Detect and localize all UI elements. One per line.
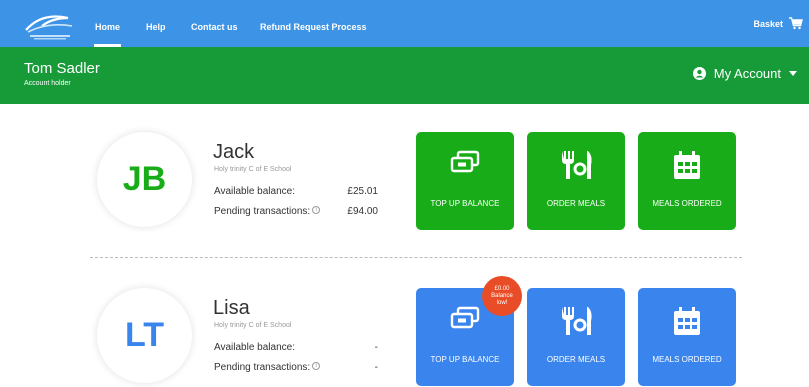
low-balance-badge: £0.00 Balance low!	[482, 276, 522, 316]
cutlery-icon	[562, 307, 592, 335]
badge-line1: Balance	[491, 292, 513, 299]
chevron-down-icon	[789, 71, 797, 76]
pending-transactions-label: Pending transactions:	[214, 206, 311, 217]
tile-label: MEALS ORDERED	[652, 355, 722, 364]
available-balance-value: -	[374, 342, 378, 353]
meals-ordered-button[interactable]: MEALS ORDERED	[638, 132, 736, 230]
pending-transactions-row: Pending transactions: i	[214, 206, 321, 217]
order-meals-button[interactable]: ORDER MEALS	[527, 132, 625, 230]
child-name: Jack	[213, 141, 255, 163]
top-up-balance-button[interactable]: TOP UP BALANCE	[416, 132, 514, 230]
avatar: JB	[97, 132, 192, 227]
account-holder-label: Account holder	[24, 80, 71, 87]
tile-label: ORDER MEALS	[546, 199, 606, 208]
available-balance-value: £25.01	[347, 186, 378, 197]
pending-transactions-value: £94.00	[347, 206, 378, 217]
tile-label: MEALS ORDERED	[652, 199, 722, 208]
nav-contact-us[interactable]: Contact us	[191, 0, 238, 47]
calendar-icon	[674, 151, 700, 179]
pending-transactions-row: Pending transactions: i	[214, 362, 321, 373]
nav-refund-request-process[interactable]: Refund Request Process	[260, 0, 367, 47]
order-meals-button[interactable]: ORDER MEALS	[527, 288, 625, 386]
child-name: Lisa	[213, 297, 250, 319]
account-holder-name: Tom Sadler	[24, 60, 100, 77]
basket-button[interactable]: Basket	[753, 0, 803, 47]
account-header: Tom Sadler Account holder My Account	[0, 47, 809, 104]
user-circle-icon	[692, 67, 706, 80]
calendar-icon	[674, 307, 700, 335]
cutlery-icon	[562, 151, 592, 179]
top-navigation: Home Help Contact us Refund Request Proc…	[0, 0, 809, 47]
basket-label: Basket	[753, 18, 783, 29]
tile-label: TOP UP BALANCE	[430, 355, 500, 364]
available-balance-label: Available balance:	[214, 186, 295, 197]
nav-home[interactable]: Home	[94, 0, 122, 47]
divider	[90, 257, 742, 258]
money-icon	[450, 150, 480, 173]
avatar: LT	[97, 288, 192, 383]
money-icon	[450, 306, 480, 329]
my-account-menu[interactable]: My Account	[692, 66, 797, 81]
nav-help[interactable]: Help	[146, 0, 166, 47]
basket-icon	[789, 17, 803, 30]
badge-amount: £0.00	[494, 285, 510, 292]
available-balance-label: Available balance:	[214, 342, 295, 353]
school-name: Holy trinity C of E School	[214, 322, 292, 329]
pending-transactions-label: Pending transactions:	[214, 362, 311, 373]
tile-label: ORDER MEALS	[546, 355, 606, 364]
tile-label: TOP UP BALANCE	[430, 199, 500, 208]
school-name: Holy trinity C of E School	[214, 166, 292, 173]
pending-transactions-value: -	[374, 362, 378, 373]
my-account-label: My Account	[713, 66, 781, 81]
badge-line2: low!	[496, 299, 508, 306]
meals-ordered-button[interactable]: MEALS ORDERED	[638, 288, 736, 386]
logo-icon[interactable]	[22, 8, 78, 42]
